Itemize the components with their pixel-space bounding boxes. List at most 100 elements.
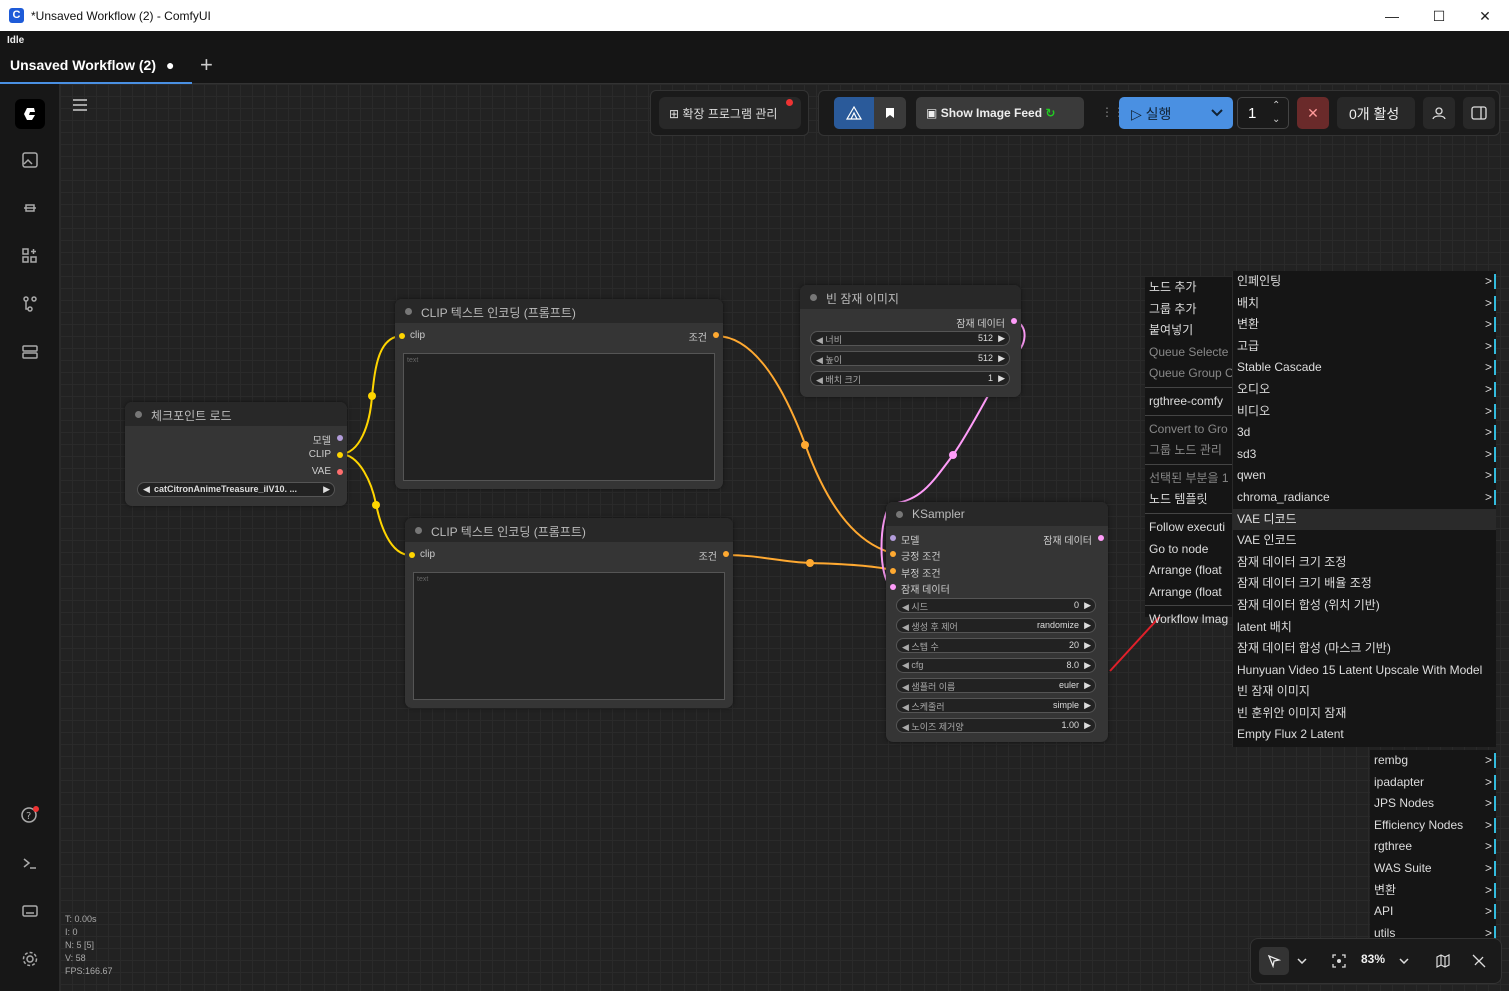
terminal-icon[interactable]	[15, 848, 45, 878]
latent-item-empty-hunyuan-latent[interactable]: 빈 훈위안 이미지 잠재	[1233, 703, 1496, 725]
help-icon[interactable]: ?	[15, 800, 45, 830]
submenu-item-batch[interactable]: 배치 >	[1233, 293, 1496, 315]
batch-size-widget[interactable]: ◀ 배치 크기 1 ▶	[810, 371, 1010, 386]
node-clip-text-encode-negative[interactable]: CLIP 텍스트 인코딩 (프롬프트) clip 조건 text	[405, 518, 733, 708]
tab-unsaved-workflow[interactable]: Unsaved Workflow (2) ●	[0, 48, 192, 84]
output-latent-slot[interactable]	[1011, 318, 1017, 324]
latent-item-upscale[interactable]: 잠재 데이터 크기 조정	[1233, 552, 1496, 574]
settings-gear-icon[interactable]	[15, 944, 45, 974]
prompt-textarea[interactable]: text	[403, 353, 715, 481]
latent-item-vae-encode[interactable]: VAE 인코드	[1233, 530, 1496, 552]
seed-widget[interactable]: ◀ 시드 0 ▶	[896, 598, 1096, 613]
sampler-name-widget[interactable]: ◀ 샘플러 이름 euler ▶	[896, 678, 1096, 693]
input-clip-slot[interactable]	[409, 552, 415, 558]
close-window-button[interactable]: ✕	[1475, 6, 1495, 26]
denoise-widget[interactable]: ◀ 노이즈 제거양 1.00 ▶	[896, 718, 1096, 733]
menu-item-save-selected[interactable]: 선택된 부분을 1	[1145, 468, 1233, 490]
submenu-item-stable-cascade[interactable]: Stable Cascade >	[1233, 357, 1496, 379]
category-item-was-suite[interactable]: WAS Suite >	[1370, 858, 1496, 880]
menu-item-convert-to-group[interactable]: Convert to Gro	[1145, 419, 1233, 441]
submenu-item-qwen[interactable]: qwen >	[1233, 465, 1496, 487]
mountain-icon[interactable]	[834, 97, 874, 129]
submenu-item-transform[interactable]: 변환 >	[1233, 314, 1496, 336]
submenu-item-advanced[interactable]: 고급 >	[1233, 336, 1496, 358]
menu-item-add-group[interactable]: 그룹 추가	[1145, 299, 1233, 321]
increment-icon[interactable]: ⌃	[1272, 100, 1280, 111]
output-conditioning-slot[interactable]	[723, 551, 729, 557]
user-icon[interactable]	[1423, 97, 1455, 129]
new-tab-button[interactable]: +	[200, 53, 220, 77]
output-latent-slot[interactable]	[1098, 535, 1104, 541]
input-positive-slot[interactable]	[890, 551, 896, 557]
steps-widget[interactable]: ◀ 스텝 수 20 ▶	[896, 638, 1096, 653]
control-after-generate-widget[interactable]: ◀ 생성 후 제어 randomize ▶	[896, 618, 1096, 633]
show-image-feed-button[interactable]: ▣ Show Image Feed ↻	[916, 97, 1084, 129]
scheduler-widget[interactable]: ◀ 스케줄러 simple ▶	[896, 698, 1096, 713]
ckpt-name-widget[interactable]: ◀ catCitronAnimeTreasure_ilV10. ... ▶	[137, 482, 335, 497]
comfy-logo-icon[interactable]	[15, 99, 45, 129]
latent-item-composite[interactable]: 잠재 데이터 합성 (위치 기반)	[1233, 595, 1496, 617]
menu-item-arrange-1[interactable]: Arrange (float	[1145, 560, 1233, 582]
category-item-ipadapter[interactable]: ipadapter >	[1370, 772, 1496, 794]
input-latent-slot[interactable]	[890, 584, 896, 590]
menu-item-go-to-node[interactable]: Go to node	[1145, 539, 1233, 561]
fit-view-icon[interactable]	[1327, 947, 1351, 975]
category-item-rembg[interactable]: rembg >	[1370, 750, 1496, 772]
input-clip-slot[interactable]	[399, 333, 405, 339]
prompt-textarea[interactable]: text	[413, 572, 725, 700]
node-library-icon[interactable]	[15, 241, 45, 271]
extension-manager-button[interactable]: ⊞ 확장 프로그램 관리	[659, 97, 801, 129]
panel-toggle-icon[interactable]	[1463, 97, 1495, 129]
menu-item-arrange-2[interactable]: Arrange (float	[1145, 582, 1233, 604]
output-model-slot[interactable]	[337, 435, 343, 441]
category-item-rgthree[interactable]: rgthree >	[1370, 836, 1496, 858]
width-widget[interactable]: ◀ 너비 512 ▶	[810, 331, 1010, 346]
category-item-jps-nodes[interactable]: JPS Nodes >	[1370, 793, 1496, 815]
model-library-icon[interactable]	[15, 193, 45, 223]
bookmark-icon[interactable]	[874, 97, 906, 129]
latent-item-empty-flux2-latent[interactable]: Empty Flux 2 Latent	[1233, 724, 1496, 746]
output-vae-slot[interactable]	[337, 469, 343, 475]
category-item-transform[interactable]: 변환 >	[1370, 880, 1496, 902]
keyboard-icon[interactable]	[15, 896, 45, 926]
submenu-item-sd3[interactable]: sd3 >	[1233, 444, 1496, 466]
menu-item-workflow-image[interactable]: Workflow Imag	[1145, 609, 1233, 631]
maximize-button[interactable]: ☐	[1429, 6, 1449, 26]
node-empty-latent-image[interactable]: 빈 잠재 이미지 잠재 데이터 ◀ 너비 512 ▶ ◀ 높이 512 ▶ ◀ 배치 크…	[800, 285, 1021, 397]
active-queue-button[interactable]: 0개 활성	[1337, 97, 1415, 129]
queue-count-stepper[interactable]: 1 ⌃ ⌄	[1237, 97, 1289, 129]
latent-item-empty-latent-image[interactable]: 빈 잠재 이미지	[1233, 681, 1496, 703]
submenu-item-video[interactable]: 비디오 >	[1233, 401, 1496, 423]
menu-item-queue-selected[interactable]: Queue Selecte	[1145, 342, 1233, 364]
minimap-icon[interactable]	[1431, 947, 1455, 975]
cancel-x-icon[interactable]: ✕	[1297, 97, 1329, 129]
latent-item-batch[interactable]: latent 배치	[1233, 617, 1496, 639]
menu-item-node-templates[interactable]: 노드 템플릿	[1145, 489, 1233, 511]
output-conditioning-slot[interactable]	[713, 332, 719, 338]
zoom-chevron-icon[interactable]	[1397, 947, 1411, 975]
menu-item-follow-execution[interactable]: Follow executi	[1145, 517, 1233, 539]
latent-item-vae-decode[interactable]: VAE 디코드	[1233, 508, 1496, 531]
run-button[interactable]: ▷ 실행	[1119, 97, 1199, 129]
workflows-icon[interactable]	[15, 289, 45, 319]
menu-item-rgthree[interactable]: rgthree-comfy	[1145, 391, 1233, 413]
latent-item-upscale-by[interactable]: 잠재 데이터 크기 배율 조정	[1233, 573, 1496, 595]
zoom-level[interactable]: 83%	[1361, 952, 1385, 966]
menu-item-queue-group[interactable]: Queue Group C	[1145, 363, 1234, 385]
menu-item-paste[interactable]: 붙여넣기	[1145, 320, 1233, 342]
select-pointer-icon[interactable]	[1259, 947, 1289, 975]
hide-links-icon[interactable]	[1467, 947, 1491, 975]
menu-item-manage-group-nodes[interactable]: 그룹 노드 관리	[1145, 440, 1233, 462]
category-item-efficiency-nodes[interactable]: Efficiency Nodes >	[1370, 815, 1496, 837]
height-widget[interactable]: ◀ 높이 512 ▶	[810, 351, 1010, 366]
node-ksampler[interactable]: KSampler 잠재 데이터 모델 긍정 조건 부정 조건 잠재 데이터 ◀ …	[886, 502, 1108, 742]
decrement-icon[interactable]: ⌄	[1272, 114, 1280, 125]
node-checkpoint-loader[interactable]: 체크포인트 로드 모델 CLIP VAE ◀ catCitronAnimeTrea…	[125, 402, 347, 506]
submenu-item-audio[interactable]: 오디오 >	[1233, 379, 1496, 401]
submenu-item-3d[interactable]: 3d >	[1233, 422, 1496, 444]
input-negative-slot[interactable]	[890, 568, 896, 574]
node-clip-text-encode-positive[interactable]: CLIP 텍스트 인코딩 (프롬프트) clip 조건 text	[395, 299, 723, 489]
templates-icon[interactable]	[15, 337, 45, 367]
run-options-chevron-icon[interactable]	[1201, 97, 1233, 129]
menu-item-add-node[interactable]: 노드 추가	[1145, 277, 1233, 299]
